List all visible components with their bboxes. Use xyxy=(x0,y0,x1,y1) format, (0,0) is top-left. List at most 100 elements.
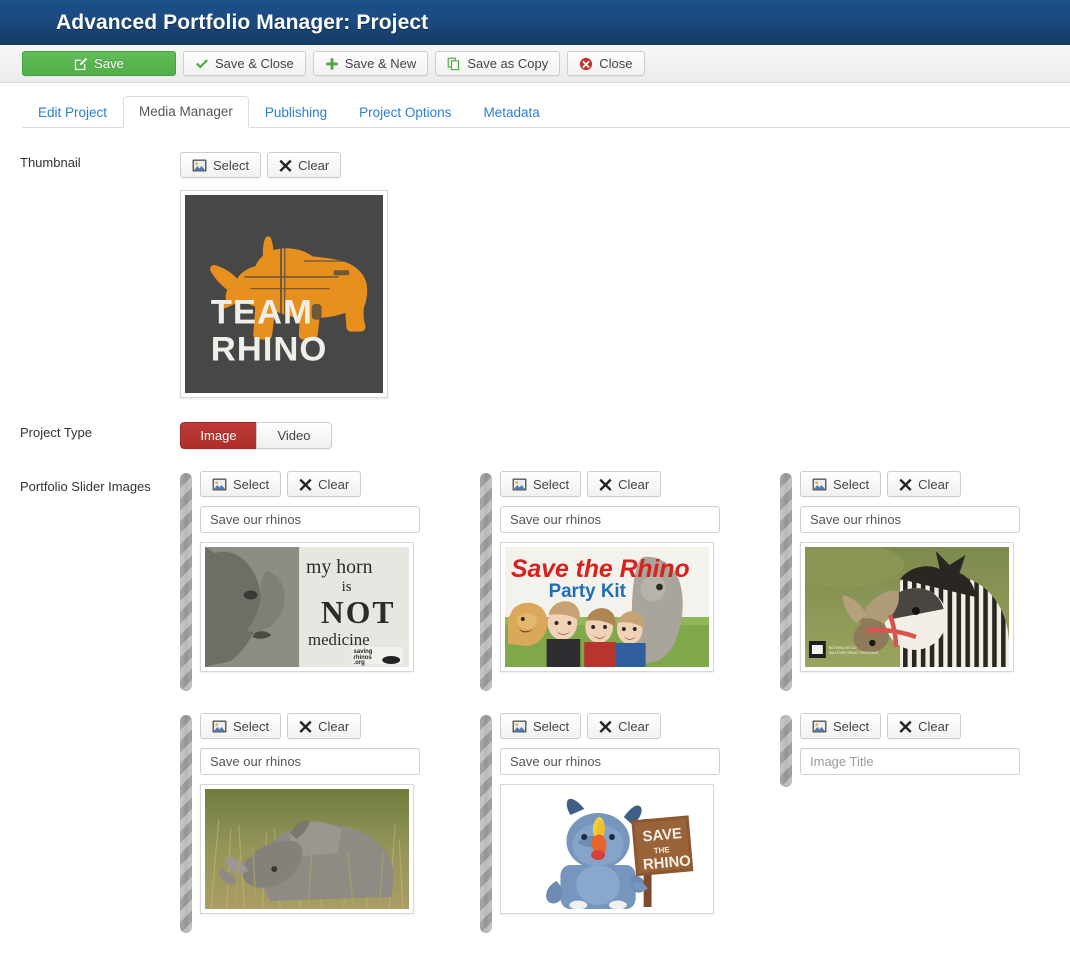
slider-image-title-input[interactable] xyxy=(200,506,420,533)
close-button-label: Close xyxy=(599,56,633,71)
svg-text:RHINO: RHINO xyxy=(211,330,328,368)
tab-publishing[interactable]: Publishing xyxy=(249,97,343,128)
portfolio-slider-grid: Select Clear Save our rhinos my horn is … xyxy=(180,471,1070,933)
tab-metadata[interactable]: Metadata xyxy=(467,97,555,128)
picture-icon xyxy=(812,719,827,733)
thumbnail-select-button[interactable]: Select xyxy=(180,152,262,178)
save-and-close-button[interactable]: Save & Close xyxy=(183,51,306,76)
slider-item-actions: Select Clear xyxy=(200,713,480,739)
x-icon xyxy=(299,720,312,733)
svg-text:SAVE: SAVE xyxy=(642,825,683,845)
drag-handle[interactable] xyxy=(780,473,792,691)
slider-clear-label: Clear xyxy=(318,718,350,734)
slider-select-button[interactable]: Select xyxy=(200,713,282,739)
drag-handle[interactable] xyxy=(780,715,792,787)
picture-icon xyxy=(812,477,827,491)
save-button[interactable]: Save xyxy=(22,51,176,76)
slider-select-button[interactable]: Select xyxy=(200,471,282,497)
slider-clear-label: Clear xyxy=(918,476,950,492)
copy-icon xyxy=(447,57,461,71)
page-title: Advanced Portfolio Manager: Project xyxy=(56,10,429,34)
drag-handle[interactable] xyxy=(480,473,492,691)
slider-image-frame xyxy=(200,784,414,914)
slider-image-frame: my horn is NOT medicine saving rhinos .o… xyxy=(200,542,414,672)
slider-image xyxy=(205,789,409,909)
thumbnail-preview-frame: TEAM RHINO xyxy=(180,190,388,398)
slider-clear-button[interactable]: Clear xyxy=(587,471,662,497)
picture-icon xyxy=(212,719,227,733)
portfolio-slider-label: Portfolio Slider Images xyxy=(20,479,151,494)
project-type-option-image[interactable]: Image xyxy=(180,422,256,449)
slider-image-frame: Save the Rhino Party Kit xyxy=(500,542,714,672)
slider-image: NOTHING WE DO WILL EVER BRING THEM BACK xyxy=(805,547,1009,667)
slider-select-label: Select xyxy=(533,718,570,734)
slider-select-label: Select xyxy=(233,718,270,734)
slider-select-label: Select xyxy=(833,718,870,734)
slider-clear-label: Clear xyxy=(318,476,350,492)
slider-item: Select Clear xyxy=(480,713,780,933)
drag-handle[interactable] xyxy=(180,715,192,933)
tab-project-options[interactable]: Project Options xyxy=(343,97,467,128)
save-and-new-label: Save & New xyxy=(344,56,417,71)
thumbnail-actions: Select Clear xyxy=(180,152,1070,178)
slider-image-frame: SAVE THE RHINO xyxy=(500,784,714,914)
slider-select-button[interactable]: Select xyxy=(800,713,882,739)
slider-clear-button[interactable]: Clear xyxy=(287,471,362,497)
slider-select-label: Select xyxy=(233,476,270,492)
slider-select-button[interactable]: Select xyxy=(500,471,582,497)
edit-pencil-icon xyxy=(74,57,88,71)
slider-item-actions: Select Clear xyxy=(200,471,480,497)
portfolio-slider-row: Portfolio Slider Images Select Clear Sav… xyxy=(0,471,1070,933)
slider-item-actions: Select Clear xyxy=(800,471,1070,497)
check-icon xyxy=(195,57,209,71)
project-type-row: Project Type Image Video xyxy=(0,422,1070,449)
thumbnail-row: Thumbnail Select Clear TEAM RHINO xyxy=(0,152,1070,398)
tab-edit-project[interactable]: Edit Project xyxy=(22,97,123,128)
x-icon xyxy=(899,720,912,733)
slider-clear-button[interactable]: Clear xyxy=(587,713,662,739)
drag-handle[interactable] xyxy=(180,473,192,691)
slider-image-title-input[interactable] xyxy=(800,506,1020,533)
svg-text:is: is xyxy=(342,579,352,595)
x-icon xyxy=(279,159,292,172)
svg-text:NOT: NOT xyxy=(321,595,396,630)
slider-item-actions: Select Clear xyxy=(800,713,1070,739)
slider-item-actions: Select Clear xyxy=(500,713,780,739)
slider-clear-label: Clear xyxy=(618,718,650,734)
slider-select-button[interactable]: Select xyxy=(500,713,582,739)
window-titlebar: Advanced Portfolio Manager: Project xyxy=(0,0,1070,45)
save-and-new-button[interactable]: Save & New xyxy=(312,51,429,76)
slider-image-title-input[interactable] xyxy=(500,506,720,533)
slider-select-button[interactable]: Select xyxy=(800,471,882,497)
picture-icon xyxy=(512,719,527,733)
close-button[interactable]: Close xyxy=(567,51,645,76)
tab-media-manager[interactable]: Media Manager xyxy=(123,96,249,128)
slider-image-title-input[interactable] xyxy=(200,748,420,775)
svg-text:Save the Rhino: Save the Rhino xyxy=(511,555,690,583)
plus-icon xyxy=(325,57,339,71)
svg-text:.org: .org xyxy=(354,660,366,666)
slider-item: Select Clear xyxy=(480,471,780,691)
svg-text:WILL EVER BRING THEM BACK: WILL EVER BRING THEM BACK xyxy=(829,651,880,655)
slider-item: Select Clear xyxy=(180,713,480,933)
project-type-toggle: Image Video xyxy=(180,422,332,449)
slider-clear-button[interactable]: Clear xyxy=(887,713,962,739)
save-as-copy-label: Save as Copy xyxy=(467,56,549,71)
portfolio-manager-window: Advanced Portfolio Manager: Project Save… xyxy=(0,0,1070,954)
drag-handle[interactable] xyxy=(480,715,492,933)
picture-icon xyxy=(512,477,527,491)
thumbnail-clear-button[interactable]: Clear xyxy=(267,152,342,178)
slider-image-title-input[interactable] xyxy=(500,748,720,775)
slider-clear-button[interactable]: Clear xyxy=(887,471,962,497)
save-as-copy-button[interactable]: Save as Copy xyxy=(435,51,561,76)
thumbnail-label: Thumbnail xyxy=(20,155,81,170)
project-type-option-video[interactable]: Video xyxy=(256,422,332,449)
slider-clear-button[interactable]: Clear xyxy=(287,713,362,739)
slider-image-title-input[interactable] xyxy=(800,748,1020,775)
media-manager-panel: Thumbnail Select Clear TEAM RHINO Projec… xyxy=(0,128,1070,954)
picture-icon xyxy=(212,477,227,491)
thumbnail-clear-label: Clear xyxy=(298,157,330,173)
slider-image: SAVE THE RHINO xyxy=(505,789,709,909)
tabs-container: Edit Project Media Manager Publishing Pr… xyxy=(0,83,1070,128)
slider-clear-label: Clear xyxy=(618,476,650,492)
